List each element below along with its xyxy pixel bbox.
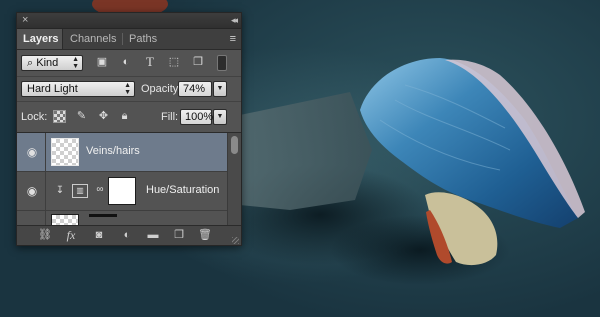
eye-column-divider [45, 133, 46, 171]
filter-toggle-icon[interactable] [217, 55, 227, 71]
eye-column-divider [45, 172, 46, 210]
fill-slider-toggle[interactable]: ▼ [213, 109, 227, 125]
hue-saturation-adjustment-icon[interactable]: ▥ [72, 184, 88, 198]
trash-icon[interactable]: 🗑︎ [197, 228, 213, 242]
scrollbar-thumb[interactable] [231, 136, 238, 154]
layer-thumbnail[interactable] [51, 214, 79, 225]
close-panel-button[interactable]: × [22, 13, 28, 28]
lock-transparent-icon[interactable] [53, 110, 66, 123]
opacity-slider-toggle[interactable]: ▼ [213, 81, 227, 97]
panel-title-bar[interactable]: × ◂◂ [17, 13, 241, 29]
filter-row: ⌕ Kind ▲ ▼ ▣ ◐ T ⬚ ❐ [17, 50, 241, 77]
lock-paint-icon[interactable]: ✎ [75, 110, 88, 123]
layer-list: ◉ Veins/hairs ◉ ↧ ▥ ∞ Hue/Saturation [17, 133, 227, 225]
panel-bottom-bar: ⛓︎ fx ◙ ◐ ▬ ❐ 🗑︎ [17, 225, 241, 245]
smart-object-filter-icon[interactable]: ❐ [191, 55, 205, 69]
tab-paths[interactable]: Paths [123, 29, 163, 49]
lock-label: Lock: [21, 111, 48, 123]
adjustment-layer-icon[interactable]: ◐ [119, 228, 135, 242]
tab-layers[interactable]: Layers [17, 29, 63, 49]
kind-filter-dropdown[interactable]: ⌕ Kind ▲ ▼ [21, 55, 83, 71]
layer-mask-thumbnail [89, 214, 117, 217]
layer-list-scrollbar[interactable] [227, 133, 241, 225]
search-icon: ⌕ [27, 57, 34, 69]
fx-icon[interactable]: fx [63, 228, 79, 242]
blend-mode-dropdown[interactable]: Hard Light ▲ ▼ [21, 81, 135, 97]
visibility-eye-icon[interactable]: ◉ [25, 145, 39, 159]
layer-name[interactable]: Veins/hairs [86, 145, 140, 157]
dropdown-arrows-icon: ▲ ▼ [124, 82, 131, 96]
panel-menu-icon[interactable]: ≡ [230, 31, 236, 47]
add-mask-icon[interactable]: ◙ [91, 228, 107, 242]
clipping-arrow-icon: ↧ [55, 185, 65, 196]
blend-mode-value: Hard Light [27, 83, 78, 95]
layers-panel: × ◂◂ Layers Channels Paths ≡ ⌕ Kind ▲ ▼ ▣… [16, 12, 242, 246]
blend-row: Hard Light ▲ ▼ Opacity: 74% ▼ [17, 77, 241, 102]
layer-row-partial[interactable] [17, 211, 227, 225]
shape-filter-icon[interactable]: ⬚ [167, 55, 181, 69]
lock-all-icon[interactable]: 🔒︎ [118, 110, 131, 123]
image-filter-icon[interactable]: ▣ [95, 55, 109, 69]
collapse-panel-button[interactable]: ◂◂ [231, 13, 238, 28]
link-layers-icon[interactable]: ⛓︎ [37, 228, 53, 242]
opacity-label: Opacity: [141, 83, 182, 95]
tab-channels[interactable]: Channels [64, 29, 122, 49]
new-group-icon[interactable]: ▬ [145, 228, 161, 242]
mask-link-icon[interactable]: ∞ [96, 184, 104, 196]
layer-name[interactable]: Hue/Saturation [146, 184, 219, 196]
opacity-field[interactable]: 74% [178, 81, 212, 97]
eye-column-divider [45, 211, 46, 225]
adjustment-filter-icon[interactable]: ◐ [119, 55, 133, 69]
lock-row: Lock: ✎ ✥ 🔒︎ Fill: 100% ▼ [17, 102, 241, 133]
fill-label: Fill: [161, 111, 179, 123]
resize-grip-icon[interactable] [232, 237, 239, 244]
visibility-eye-icon[interactable]: ◉ [25, 184, 39, 198]
layer-row-veins-hairs[interactable]: ◉ Veins/hairs [17, 133, 227, 172]
fill-field[interactable]: 100% [180, 109, 213, 125]
lock-position-icon[interactable]: ✥ [97, 110, 110, 123]
layer-thumbnail[interactable] [51, 138, 79, 166]
type-filter-icon[interactable]: T [143, 55, 157, 69]
new-layer-icon[interactable]: ❐ [171, 228, 187, 242]
kind-filter-label: Kind [36, 57, 59, 69]
layer-mask-thumbnail[interactable] [108, 177, 136, 205]
dropdown-arrows-icon: ▲ ▼ [72, 56, 79, 70]
panel-tabs: Layers Channels Paths ≡ [17, 29, 241, 50]
layer-row-hue-saturation[interactable]: ◉ ↧ ▥ ∞ Hue/Saturation [17, 172, 227, 211]
